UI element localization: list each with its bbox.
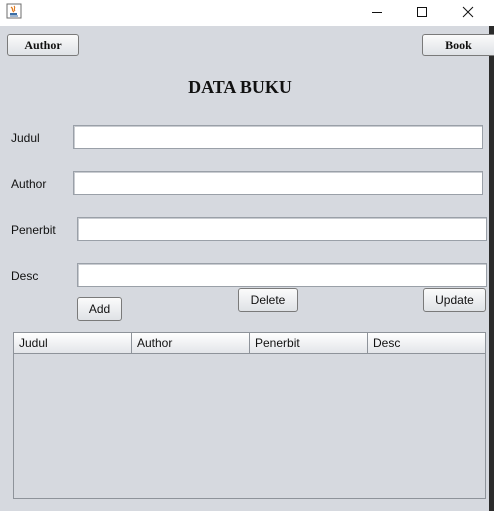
column-header-judul[interactable]: Judul bbox=[14, 333, 132, 354]
table-header: Judul Author Penerbit Desc bbox=[14, 333, 485, 354]
page-title: DATA BUKU bbox=[188, 77, 292, 97]
desc-label: Desc bbox=[11, 269, 39, 283]
column-header-desc[interactable]: Desc bbox=[368, 333, 485, 354]
title-bar bbox=[0, 0, 494, 26]
java-icon bbox=[6, 3, 22, 19]
delete-button[interactable]: Delete bbox=[238, 288, 298, 312]
column-header-penerbit[interactable]: Penerbit bbox=[250, 333, 368, 354]
update-button[interactable]: Update bbox=[423, 288, 486, 312]
judul-label: Judul bbox=[11, 131, 40, 145]
penerbit-field[interactable] bbox=[77, 217, 487, 241]
window-edge bbox=[489, 26, 494, 511]
maximize-icon bbox=[417, 7, 427, 17]
close-button[interactable] bbox=[445, 0, 491, 24]
minimize-icon bbox=[372, 12, 382, 13]
author-label: Author bbox=[11, 177, 47, 191]
add-button[interactable]: Add bbox=[77, 297, 122, 321]
author-nav-button[interactable]: Author bbox=[7, 34, 79, 56]
minimize-button[interactable] bbox=[354, 0, 400, 24]
book-table[interactable]: Judul Author Penerbit Desc bbox=[13, 332, 486, 499]
judul-field[interactable] bbox=[73, 125, 483, 149]
column-header-author[interactable]: Author bbox=[132, 333, 250, 354]
book-nav-button[interactable]: Book bbox=[422, 34, 494, 56]
desc-field[interactable] bbox=[77, 263, 487, 287]
penerbit-label: Penerbit bbox=[11, 223, 56, 237]
close-icon bbox=[462, 6, 474, 18]
author-field[interactable] bbox=[73, 171, 483, 195]
maximize-button[interactable] bbox=[399, 0, 445, 24]
